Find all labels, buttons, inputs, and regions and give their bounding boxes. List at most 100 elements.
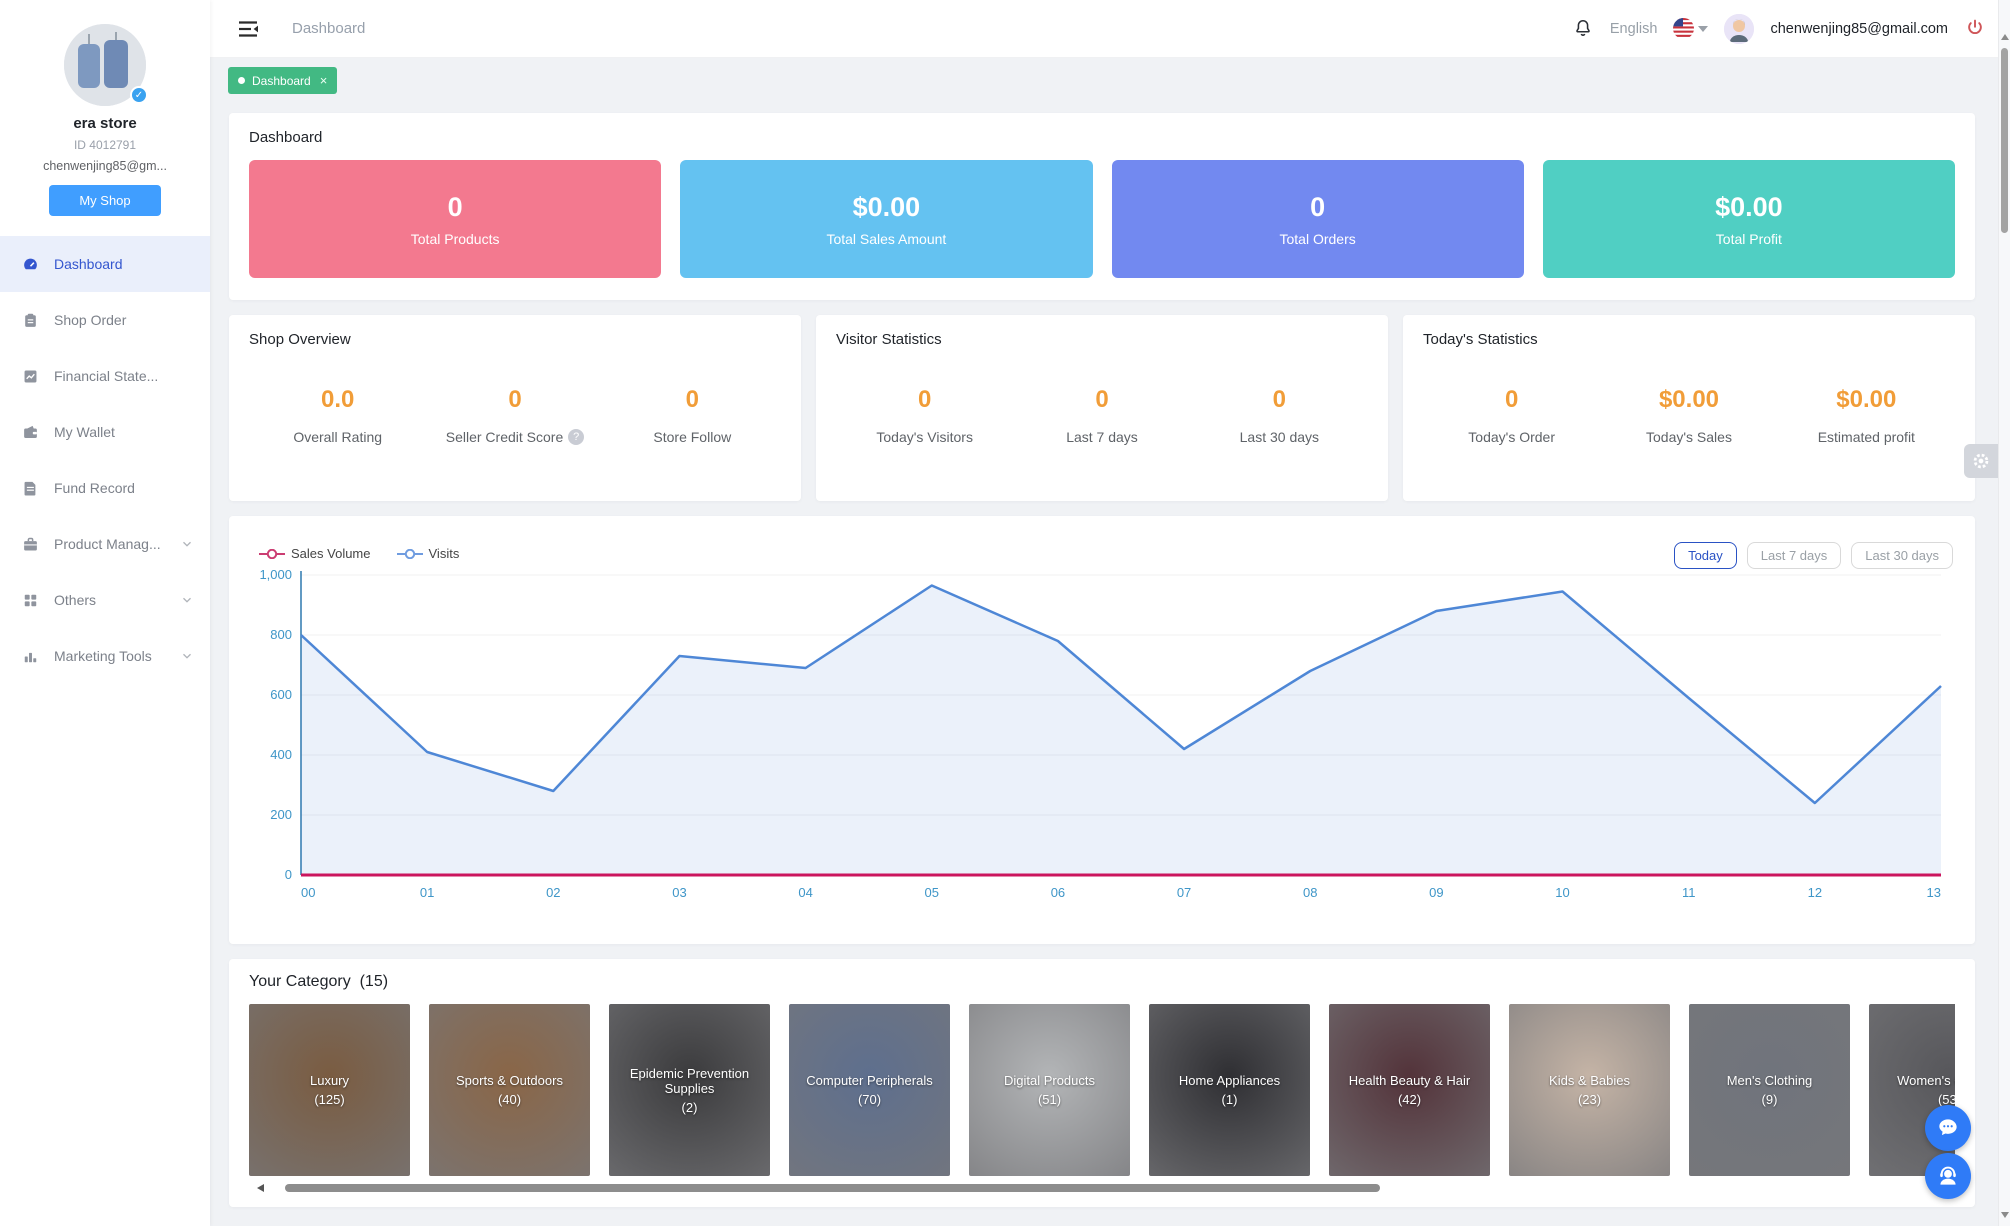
category-count: (2) bbox=[681, 1099, 698, 1115]
sidebar-item-marketing-tools[interactable]: Marketing Tools bbox=[0, 628, 210, 684]
stat-card-total-products: 0 Total Products bbox=[249, 160, 662, 278]
sidebar-item-others[interactable]: Others bbox=[0, 572, 210, 628]
legend-sales-volume[interactable]: Sales Volume bbox=[259, 546, 371, 561]
category-name: Men's Clothing bbox=[1726, 1073, 1813, 1088]
stat-card-total-orders: 0 Total Orders bbox=[1111, 160, 1524, 278]
sidebar-item-shop-order[interactable]: Shop Order bbox=[0, 292, 210, 348]
scroll-down-arrow-icon[interactable] bbox=[2001, 1212, 2009, 1218]
metric-value: $0.00 bbox=[1836, 386, 1897, 413]
svg-text:03: 03 bbox=[672, 885, 686, 900]
sidebar-item-product-management[interactable]: Product Manag... bbox=[0, 516, 210, 572]
svg-text:05: 05 bbox=[925, 885, 939, 900]
stat-value: $0.00 bbox=[1715, 191, 1783, 222]
language-selector[interactable] bbox=[1673, 18, 1709, 39]
metric-value: $0.00 bbox=[1658, 386, 1720, 413]
category-section: Your Category (15) Luxury (125) Sports & O… bbox=[229, 959, 1975, 1207]
main-content: Dashboard 0 Total Products $0.00 Total S… bbox=[229, 113, 1975, 1207]
my-shop-button[interactable]: My Shop bbox=[49, 185, 161, 216]
user-avatar[interactable] bbox=[1724, 13, 1755, 44]
range-button-today[interactable]: Today bbox=[1674, 542, 1737, 569]
active-tab-dot-icon bbox=[238, 77, 245, 84]
us-flag-icon bbox=[1673, 18, 1695, 39]
metric-label: Today's Sales bbox=[1646, 429, 1732, 445]
shop-overview-card: Shop Overview 0.0 Overall Rating 0 Selle… bbox=[229, 315, 801, 501]
visitor-statistics-card: Visitor Statistics 0 Today's Visitors 0 … bbox=[816, 315, 1388, 501]
fund-icon bbox=[22, 480, 39, 497]
vertical-scrollbar-thumb[interactable] bbox=[2001, 48, 2008, 233]
range-button-last-7-days[interactable]: Last 7 days bbox=[1746, 542, 1842, 569]
chevron-down-icon bbox=[180, 537, 194, 551]
vertical-scrollbar[interactable] bbox=[1998, 0, 2010, 1226]
svg-text:10: 10 bbox=[1555, 885, 1569, 900]
breadcrumb: Dashboard bbox=[292, 20, 366, 37]
category-name: Health Beauty & Hair bbox=[1348, 1073, 1471, 1088]
range-button-last-30-days[interactable]: Last 30 days bbox=[1851, 542, 1953, 569]
category-name: Sports & Outdoors bbox=[456, 1073, 563, 1088]
theme-settings-handle[interactable] bbox=[1964, 444, 1998, 478]
wallet-icon bbox=[22, 424, 39, 441]
category-name: Kids & Babies bbox=[1549, 1073, 1630, 1088]
stat-value: 0 bbox=[447, 191, 463, 222]
help-icon[interactable]: ? bbox=[568, 429, 585, 445]
logout-power-icon[interactable] bbox=[1964, 18, 1986, 40]
metric-value: 0 bbox=[1272, 386, 1286, 413]
language-label[interactable]: English bbox=[1610, 21, 1658, 37]
metric-last-7-days: 0 Last 7 days bbox=[1013, 386, 1190, 447]
category-name: Digital Products bbox=[1003, 1073, 1096, 1088]
user-email[interactable]: chenwenjing85@gmail.com bbox=[1770, 21, 1948, 37]
sidebar-item-my-wallet[interactable]: My Wallet bbox=[0, 404, 210, 460]
chevron-down-icon bbox=[180, 649, 194, 663]
marketing-icon bbox=[22, 648, 39, 665]
legend-marker-icon bbox=[396, 548, 423, 559]
category-name: Computer Peripherals bbox=[806, 1073, 933, 1088]
metric-overall-rating: 0.0 Overall Rating bbox=[249, 386, 426, 447]
stat-card-total-profit: $0.00 Total Profit bbox=[1542, 160, 1955, 278]
metric-store-follow: 0 Store Follow bbox=[604, 386, 781, 447]
category-card[interactable]: Kids & Babies (23) bbox=[1509, 1004, 1670, 1176]
horizontal-scrollbar-thumb[interactable] bbox=[285, 1184, 1380, 1192]
category-card[interactable]: Men's Clothing (9) bbox=[1689, 1004, 1850, 1176]
metric-todays-order: 0 Today's Order bbox=[1423, 386, 1600, 447]
sidebar-item-financial-statement[interactable]: Financial State... bbox=[0, 348, 210, 404]
category-card[interactable]: Luxury (125) bbox=[249, 1004, 410, 1176]
category-count: (40) bbox=[497, 1092, 522, 1107]
chevron-down-icon bbox=[180, 593, 194, 607]
category-count: (70) bbox=[857, 1092, 882, 1107]
legend-visits[interactable]: Visits bbox=[396, 546, 460, 561]
scroll-up-arrow-icon[interactable] bbox=[2001, 34, 2009, 40]
chat-button[interactable] bbox=[1925, 1105, 1971, 1151]
category-count: (125) bbox=[314, 1092, 345, 1107]
sidebar-item-label: Product Manag... bbox=[54, 536, 161, 552]
section-title: Shop Overview bbox=[249, 331, 351, 348]
category-card[interactable]: Epidemic Prevention Supplies (2) bbox=[609, 1004, 770, 1176]
category-card[interactable]: Computer Peripherals (70) bbox=[789, 1004, 950, 1176]
category-count: (42) bbox=[1397, 1092, 1422, 1107]
category-name: Home Appliances bbox=[1178, 1073, 1281, 1088]
category-count: (9) bbox=[1761, 1092, 1778, 1107]
chat-bubble-icon bbox=[1939, 1119, 1957, 1136]
category-card[interactable]: Home Appliances (1) bbox=[1149, 1004, 1310, 1176]
close-icon[interactable]: × bbox=[320, 73, 328, 88]
category-count: (1) bbox=[1221, 1092, 1238, 1107]
metric-todays-sales: $0.00 Today's Sales bbox=[1600, 386, 1777, 447]
category-title-text: Your Category bbox=[249, 973, 351, 990]
notifications-bell-icon[interactable] bbox=[1572, 18, 1594, 40]
tab-dashboard[interactable]: Dashboard × bbox=[228, 67, 338, 94]
category-card[interactable]: Health Beauty & Hair (42) bbox=[1329, 1004, 1490, 1176]
stat-card-total-sales: $0.00 Total Sales Amount bbox=[680, 160, 1093, 278]
svg-text:0: 0 bbox=[285, 867, 292, 882]
sidebar-item-fund-record[interactable]: Fund Record bbox=[0, 460, 210, 516]
sidebar-item-dashboard[interactable]: Dashboard bbox=[0, 236, 210, 292]
svg-text:12: 12 bbox=[1808, 885, 1822, 900]
headset-agent-icon bbox=[1940, 1166, 1956, 1185]
topbar: Dashboard English chenwenjing85@gmail.co… bbox=[210, 0, 2010, 58]
stat-label: Total Profit bbox=[1715, 230, 1782, 247]
category-card[interactable]: Sports & Outdoors (40) bbox=[429, 1004, 590, 1176]
legend-label: Visits bbox=[428, 546, 460, 561]
metric-value: 0 bbox=[685, 386, 699, 413]
scroll-left-arrow-icon[interactable] bbox=[257, 1184, 264, 1192]
category-count: (51) bbox=[1037, 1092, 1062, 1107]
collapse-menu-icon[interactable] bbox=[236, 17, 260, 41]
category-card[interactable]: Digital Products (51) bbox=[969, 1004, 1130, 1176]
customer-support-button[interactable] bbox=[1925, 1153, 1971, 1199]
